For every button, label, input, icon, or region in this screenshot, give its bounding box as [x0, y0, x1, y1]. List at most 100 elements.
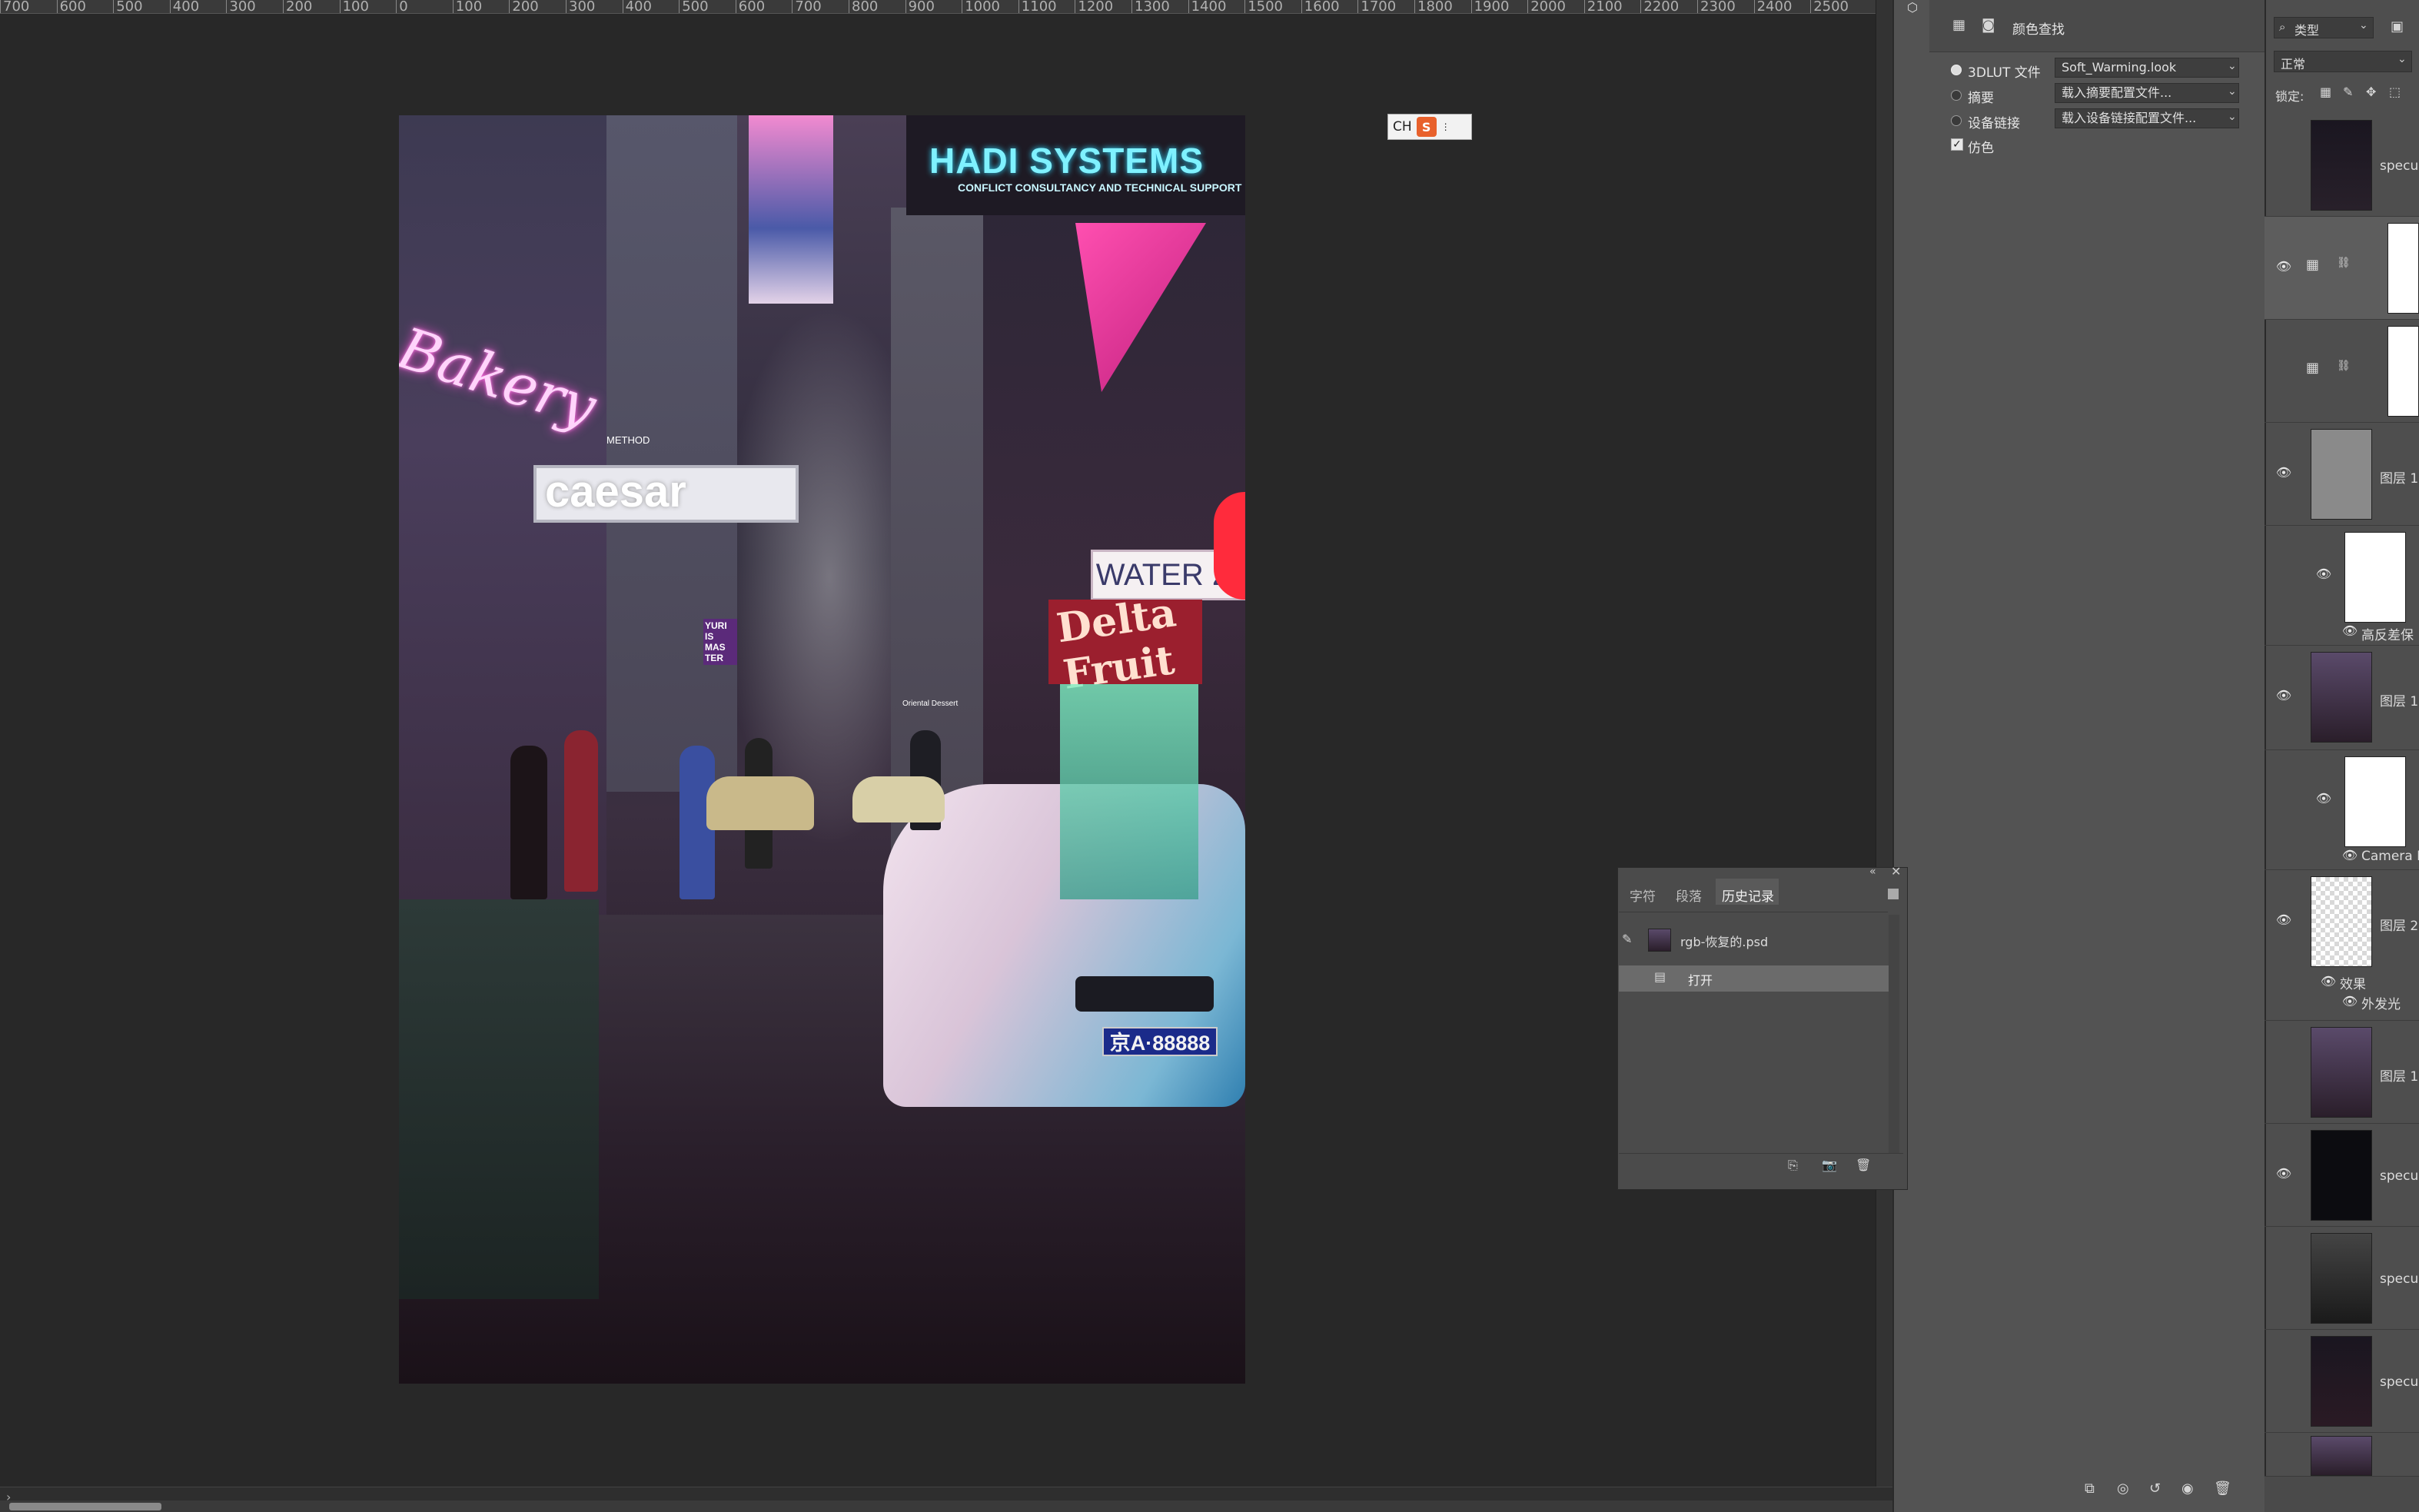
trash-icon[interactable]: 🗑 — [2214, 1480, 2231, 1497]
filter-toggle-icon[interactable]: ▣ — [2391, 18, 2404, 35]
tab-paragraph[interactable]: 段落 — [1676, 886, 1702, 905]
ruler-tick: 1600 — [1301, 0, 1340, 13]
layer-row[interactable]: 👁 图层 1 — [2264, 423, 2419, 526]
layers-footer — [2264, 1476, 2419, 1512]
canvas-vertical-scrollbar[interactable] — [1876, 0, 1892, 1487]
layer-filter[interactable]: ⌕ 类型 ⌄ — [2274, 17, 2374, 38]
collapse-icon[interactable]: « — [1869, 866, 1876, 878]
layer-name: specula — [2380, 1271, 2419, 1287]
layer-row[interactable]: ▦ ⛓ — [2264, 320, 2419, 423]
layer-row[interactable]: specula — [2264, 1227, 2419, 1330]
abstract-radio[interactable] — [1951, 90, 1962, 101]
reset-icon[interactable]: ↺ — [2149, 1480, 2161, 1497]
eye-icon[interactable]: 👁 — [2275, 690, 2292, 702]
link-icon[interactable]: ⛓ — [2337, 360, 2351, 372]
close-icon[interactable]: ✕ — [1891, 864, 1901, 879]
ruler-tick: 100 — [339, 0, 369, 13]
outer-glow-label: 外发光 — [2361, 997, 2401, 1012]
ruler-tick: 500 — [113, 0, 143, 13]
lock-transparent-icon[interactable]: ▦ — [2320, 85, 2331, 99]
camera-icon[interactable]: 📷 — [1822, 1158, 1837, 1172]
ruler-tick: 1000 — [962, 0, 1000, 13]
layer-row[interactable]: specula — [2264, 1330, 2419, 1433]
lock-move-icon[interactable]: ✥ — [2366, 85, 2376, 99]
properties-panel — [1892, 0, 2264, 1512]
cube-icon[interactable]: ⬡ — [1897, 0, 1928, 15]
snapshot-name: rgb-恢复的.psd — [1680, 935, 1769, 949]
sign-yuri: YURI IS MAS TER — [703, 619, 737, 665]
red-neon-circle — [1214, 492, 1245, 600]
snapshot-thumbnail — [1648, 929, 1671, 952]
visibility-icon[interactable]: ◉ — [2181, 1480, 2194, 1497]
link-icon[interactable]: ⛓ — [2337, 257, 2351, 269]
layer-mask-thumbnail[interactable] — [2387, 326, 2419, 417]
eye-icon[interactable]: 👁 — [2320, 975, 2337, 988]
history-scrollbar[interactable] — [1889, 915, 1899, 1153]
effects-label: 效果 — [2340, 977, 2366, 992]
blend-mode-dropdown[interactable]: 正常 ⌄ — [2274, 51, 2412, 72]
ime-menu-icon[interactable]: ⋮ — [1441, 121, 1450, 132]
expand-arrow-icon[interactable]: › — [6, 1490, 11, 1504]
tab-character[interactable]: 字符 — [1630, 886, 1656, 905]
eye-icon[interactable]: 👁 — [2275, 1168, 2292, 1180]
new-document-from-state-icon[interactable]: ⎘ — [1788, 1158, 1798, 1173]
layer-row[interactable]: 👁 ▦ ⛓ — [2264, 217, 2419, 320]
ime-language: CH — [1393, 119, 1412, 135]
eye-icon[interactable]: 👁 — [2275, 261, 2292, 273]
trash-icon[interactable]: 🗑 — [1856, 1158, 1871, 1172]
ruler-tick: 200 — [509, 0, 539, 13]
lock-artboard-icon[interactable]: ⬚ — [2389, 85, 2401, 99]
tab-history[interactable]: 历史记录 — [1722, 886, 1774, 905]
filter-name: 高反差保 — [2361, 628, 2414, 643]
layer-row[interactable]: 👁 specula — [2264, 1124, 2419, 1227]
sign-caesar: caesar — [545, 467, 686, 517]
eye-icon[interactable]: 👁 — [2275, 467, 2292, 479]
input-method-widget[interactable]: CH S ⋮ — [1387, 114, 1472, 140]
sogou-logo-icon: S — [1416, 117, 1437, 137]
layer-thumbnail — [2311, 429, 2372, 520]
history-panel — [1617, 867, 1908, 1190]
ruler-tick: 600 — [735, 0, 765, 13]
scroll-thumb[interactable] — [9, 1503, 161, 1510]
eye-icon[interactable]: 👁 — [2341, 625, 2358, 637]
layer-row[interactable]: 👁 👁 Camera R — [2264, 750, 2419, 870]
eye-icon[interactable]: 👁 — [2275, 914, 2292, 926]
layer-row[interactable]: 👁 图层 2 👁 效果 👁 外发光 — [2264, 870, 2419, 1021]
clip-to-layer-icon[interactable]: ⧉ — [2085, 1480, 2095, 1497]
lut-radio[interactable] — [1951, 65, 1962, 75]
layer-row[interactable]: 👁 图层 1 — [2264, 646, 2419, 750]
ruler-tick: 2100 — [1583, 0, 1623, 13]
adjustment-grid-icon: ▦ — [2306, 257, 2320, 273]
layer-row[interactable]: specula — [2264, 114, 2419, 217]
layer-row[interactable] — [2264, 1433, 2419, 1476]
eye-icon[interactable]: 👁 — [2315, 568, 2332, 580]
canvas-horizontal-scrollbar[interactable] — [0, 1500, 1892, 1512]
lock-paint-icon[interactable]: ✎ — [2343, 85, 2353, 99]
ruler-tick: 900 — [905, 0, 935, 13]
device-link-radio[interactable] — [1951, 115, 1962, 126]
eye-icon[interactable]: 👁 — [2341, 995, 2358, 1008]
layer-name: 图层 1 — [2380, 471, 2419, 487]
layer-row[interactable]: 👁 👁 高反差保 — [2264, 526, 2419, 646]
filter-name: Camera R — [2361, 849, 2419, 864]
lut-dropdown[interactable]: Soft_Warming.look — [2055, 58, 2239, 78]
eye-icon[interactable]: 👁 — [2341, 849, 2358, 862]
layer-row[interactable]: 图层 1 — [2264, 1021, 2419, 1124]
history-step[interactable]: ▤ 打开 — [1619, 965, 1891, 992]
dither-checkbox[interactable]: ✓ — [1951, 138, 1963, 151]
abstract-dropdown[interactable]: 载入摘要配置文件... — [2055, 83, 2239, 103]
ruler-tick: 2500 — [1810, 0, 1849, 13]
filter-mask-thumbnail — [2344, 532, 2406, 623]
device-link-dropdown[interactable]: 载入设备链接配置文件... — [2055, 108, 2239, 128]
history-snapshot[interactable]: ✎ rgb-恢复的.psd — [1619, 927, 1891, 953]
mask-icon[interactable]: ◙ — [1982, 17, 1995, 33]
artwork-image[interactable]: 京A·88888 HADI SYSTEMS CONFLICT CONSULTAN… — [399, 115, 1245, 1384]
divider — [1619, 1153, 1903, 1154]
chevron-down-icon: ⌄ — [2397, 53, 2407, 65]
layer-mask-thumbnail[interactable] — [2387, 223, 2419, 314]
layer-thumbnail — [2311, 1027, 2372, 1118]
eye-icon[interactable]: 👁 — [2315, 793, 2332, 805]
view-previous-icon[interactable]: ◎ — [2117, 1480, 2129, 1497]
panel-menu-icon[interactable] — [1888, 889, 1899, 899]
history-brush-icon[interactable]: ✎ — [1622, 932, 1632, 946]
